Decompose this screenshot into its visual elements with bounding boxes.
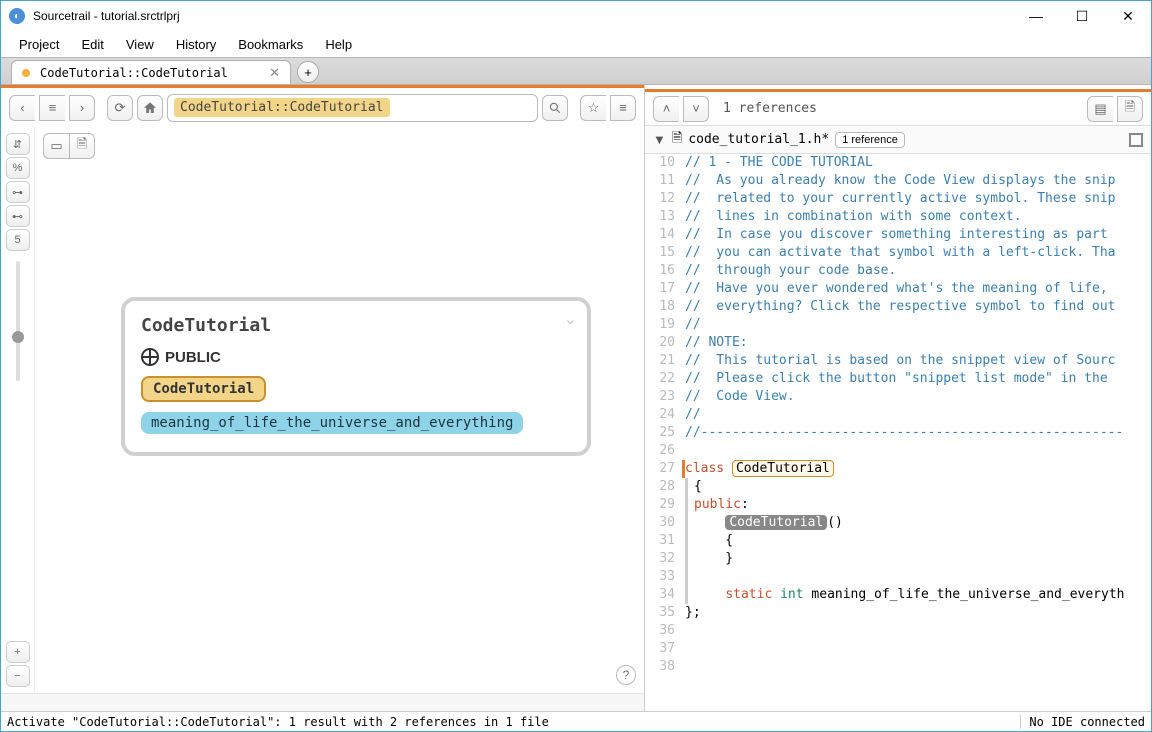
code-line[interactable]: 11// As you already know the Code View d… bbox=[645, 172, 1151, 190]
class-node-title[interactable]: CodeTutorial bbox=[141, 315, 571, 336]
code-line[interactable]: 15// you can activate that symbol with a… bbox=[645, 244, 1151, 262]
code-line[interactable]: 24// bbox=[645, 406, 1151, 424]
zoom-out-button[interactable]: − bbox=[6, 665, 30, 687]
code-line[interactable]: 16// through your code base. bbox=[645, 262, 1151, 280]
search-tag: CodeTutorial::CodeTutorial bbox=[174, 98, 390, 117]
code-line[interactable]: 17// Have you ever wondered what's the m… bbox=[645, 280, 1151, 298]
code-view[interactable]: 10// 1 - THE CODE TUTORIAL11// As you al… bbox=[645, 154, 1151, 711]
help-icon[interactable]: ? bbox=[616, 665, 636, 685]
zoom-in-button[interactable]: + bbox=[6, 641, 30, 663]
menu-view[interactable]: View bbox=[116, 34, 164, 55]
maximize-snippet-icon[interactable] bbox=[1129, 133, 1143, 147]
nav-forward-button[interactable]: › bbox=[69, 95, 95, 121]
code-line[interactable]: 32 } bbox=[645, 550, 1151, 568]
collapse-icon[interactable]: ▼ bbox=[653, 132, 666, 147]
tabbar: CodeTutorial::CodeTutorial ✕ + bbox=[1, 57, 1151, 85]
file-header: ▼ 🗎 code_tutorial_1.h* 1 reference bbox=[645, 126, 1151, 154]
code-line[interactable]: 27class CodeTutorial bbox=[645, 460, 1151, 478]
visibility-row: PUBLIC bbox=[141, 348, 571, 366]
menubar: Project Edit View History Bookmarks Help bbox=[1, 31, 1151, 57]
menu-project[interactable]: Project bbox=[9, 34, 69, 55]
code-line[interactable]: 37 bbox=[645, 640, 1151, 658]
nav-back-button[interactable]: ‹ bbox=[9, 95, 35, 121]
tab-add-button[interactable]: + bbox=[297, 61, 319, 83]
minimize-button[interactable]: — bbox=[1013, 1, 1059, 31]
home-button[interactable] bbox=[137, 95, 163, 121]
code-line[interactable]: 12// related to your currently active sy… bbox=[645, 190, 1151, 208]
class-node-card[interactable]: ⌄ CodeTutorial PUBLIC CodeTutorial meani… bbox=[121, 297, 591, 456]
window-title: Sourcetrail - tutorial.srctrlprj bbox=[33, 9, 1013, 23]
tab-close-icon[interactable]: ✕ bbox=[269, 65, 280, 81]
nav-history-button[interactable]: ≡ bbox=[39, 95, 65, 121]
bookmark-button[interactable]: ☆ bbox=[580, 95, 606, 121]
member-node[interactable]: meaning_of_life_the_universe_and_everyth… bbox=[141, 412, 523, 434]
chevron-down-icon[interactable]: ⌄ bbox=[564, 309, 577, 329]
graph-filter-branch-button[interactable]: ⊷ bbox=[6, 205, 30, 227]
tab-active[interactable]: CodeTutorial::CodeTutorial ✕ bbox=[11, 60, 291, 84]
graph-view-cards-button[interactable]: ▭ bbox=[43, 133, 69, 159]
graph-depth-slider[interactable] bbox=[16, 261, 20, 381]
code-line[interactable]: 31 { bbox=[645, 532, 1151, 550]
code-line[interactable]: 20// NOTE: bbox=[645, 334, 1151, 352]
graph-filter-tree-button[interactable]: ⊶ bbox=[6, 181, 30, 203]
code-next-button[interactable]: ˅ bbox=[683, 96, 709, 122]
maximize-button[interactable]: ☐ bbox=[1059, 1, 1105, 31]
refresh-button[interactable]: ⟳ bbox=[107, 95, 133, 121]
code-line[interactable]: 34 static int meaning_of_life_the_univer… bbox=[645, 586, 1151, 604]
globe-icon bbox=[141, 348, 159, 366]
tab-title: CodeTutorial::CodeTutorial bbox=[40, 66, 269, 80]
graph-filter-percent-button[interactable]: % bbox=[6, 157, 30, 179]
graph-sidebar: ⇵ % ⊶ ⊷ 5 + − bbox=[1, 127, 35, 693]
status-left: Activate "CodeTutorial::CodeTutorial": 1… bbox=[7, 715, 1020, 729]
code-prev-button[interactable]: ˄ bbox=[653, 96, 679, 122]
graph-scrollbar[interactable] bbox=[1, 693, 644, 711]
code-line[interactable]: 10// 1 - THE CODE TUTORIAL bbox=[645, 154, 1151, 172]
graph-toggle-button[interactable]: ⇵ bbox=[6, 133, 30, 155]
snippet-mode-button[interactable]: ▤ bbox=[1087, 96, 1113, 122]
statusbar: Activate "CodeTutorial::CodeTutorial": 1… bbox=[1, 711, 1151, 731]
app-logo-icon: ◐ bbox=[9, 8, 25, 24]
menu-edit[interactable]: Edit bbox=[71, 34, 113, 55]
constructor-node[interactable]: CodeTutorial bbox=[141, 376, 266, 402]
file-ref-badge: 1 reference bbox=[835, 132, 905, 148]
code-line[interactable]: 30 CodeTutorial() bbox=[645, 514, 1151, 532]
code-line[interactable]: 14// In case you discover something inte… bbox=[645, 226, 1151, 244]
code-line[interactable]: 28{ bbox=[645, 478, 1151, 496]
menu-bookmarks[interactable]: Bookmarks bbox=[228, 34, 313, 55]
menu-help[interactable]: Help bbox=[315, 34, 362, 55]
tab-status-icon bbox=[22, 69, 30, 77]
code-line[interactable]: 18// everything? Click the respective sy… bbox=[645, 298, 1151, 316]
full-file-mode-button[interactable]: 🗎 bbox=[1117, 96, 1143, 122]
code-line[interactable]: 23// Code View. bbox=[645, 388, 1151, 406]
graph-toolbar: ‹ ≡ › ⟳ CodeTutorial::CodeTutorial ☆ ≡ bbox=[1, 85, 644, 127]
code-line[interactable]: 35}; bbox=[645, 604, 1151, 622]
search-button[interactable] bbox=[542, 95, 568, 121]
code-line[interactable]: 38 bbox=[645, 658, 1151, 676]
status-right: No IDE connected bbox=[1020, 715, 1145, 729]
code-line[interactable]: 21// This tutorial is based on the snipp… bbox=[645, 352, 1151, 370]
code-line[interactable]: 29public: bbox=[645, 496, 1151, 514]
menu-history[interactable]: History bbox=[166, 34, 226, 55]
graph-canvas[interactable]: ▭ 🗎 安下载anxz.com ⌄ CodeTutorial PUBLIC Co… bbox=[35, 127, 644, 693]
bookmarks-list-button[interactable]: ≡ bbox=[610, 95, 636, 121]
code-line[interactable]: 22// Please click the button "snippet li… bbox=[645, 370, 1151, 388]
code-toolbar: ˄ ˅ 1 references ▤ 🗎 bbox=[645, 92, 1151, 126]
code-line[interactable]: 36 bbox=[645, 622, 1151, 640]
references-count: 1 references bbox=[723, 101, 817, 116]
graph-view-list-button[interactable]: 🗎 bbox=[69, 133, 95, 159]
titlebar: ◐ Sourcetrail - tutorial.srctrlprj — ☐ ✕ bbox=[1, 1, 1151, 31]
code-line[interactable]: 25//------------------------------------… bbox=[645, 424, 1151, 442]
file-name[interactable]: code_tutorial_1.h* bbox=[688, 132, 829, 147]
code-line[interactable]: 13// lines in combination with some cont… bbox=[645, 208, 1151, 226]
code-line[interactable]: 33 bbox=[645, 568, 1151, 586]
graph-depth-label: 5 bbox=[6, 229, 30, 251]
close-button[interactable]: ✕ bbox=[1105, 1, 1151, 31]
file-icon: 🗎 bbox=[672, 129, 682, 151]
search-input[interactable]: CodeTutorial::CodeTutorial bbox=[167, 94, 538, 122]
visibility-label: PUBLIC bbox=[165, 349, 221, 366]
code-line[interactable]: 26 bbox=[645, 442, 1151, 460]
code-line[interactable]: 19// bbox=[645, 316, 1151, 334]
